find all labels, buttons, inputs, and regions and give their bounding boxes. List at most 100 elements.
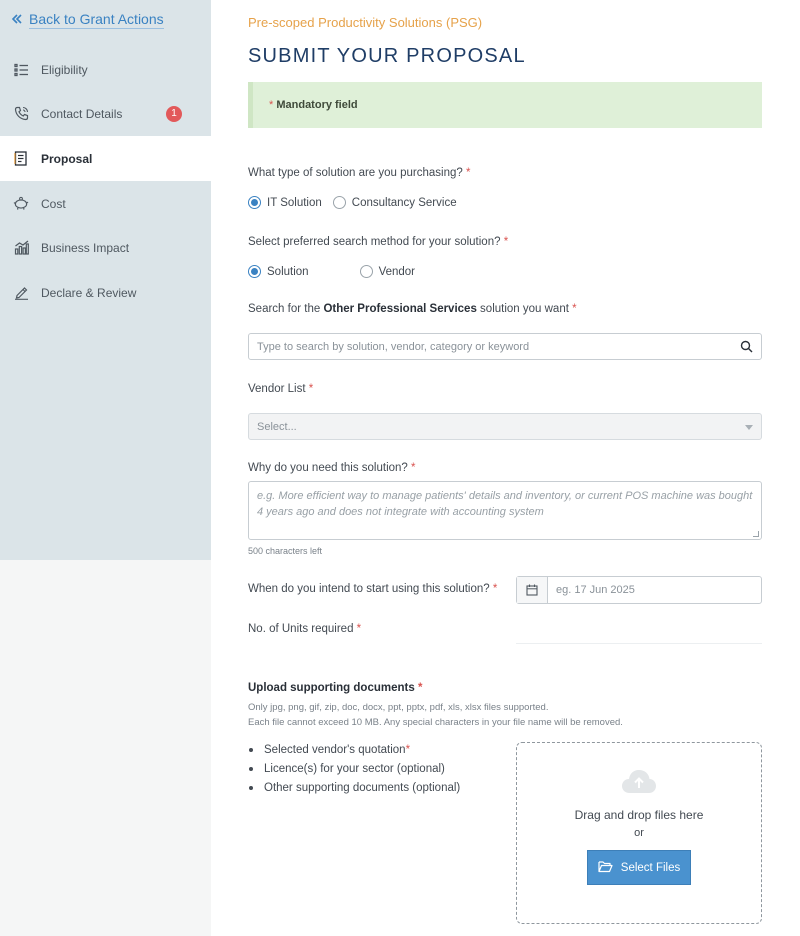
vendor-select-placeholder: Select... [257,420,297,433]
solution-search-box[interactable] [248,333,762,360]
required-asterisk: * [308,383,314,395]
solution-search-input[interactable] [257,340,737,353]
reason-label: Why do you need this solution? * [248,462,416,474]
search-label-prefix: Search for the [248,303,321,315]
folder-open-icon [598,860,613,876]
radio-button-checked[interactable] [248,196,261,209]
units-label: No. of Units required * [248,623,361,635]
sidebar-item-proposal[interactable]: Proposal [0,136,211,181]
double-chevron-left-icon [11,12,23,28]
search-method-question: Select preferred search method for your … [248,236,501,248]
upload-size-note: Each file cannot exceed 10 MB. Any speci… [248,717,623,728]
sidebar-item-label: Proposal [41,151,93,166]
or-text: or [634,827,644,839]
start-date-label: When do you intend to start using this s… [248,583,497,595]
required-asterisk: * [417,682,423,694]
radio-solution[interactable]: Solution [248,265,309,278]
radio-button[interactable] [359,265,373,278]
resize-handle-icon[interactable] [753,531,759,537]
sidebar-item-label: Declare & Review [41,285,137,300]
upload-file-types-note: Only jpg, png, gif, zip, doc, docx, ppt,… [248,702,549,713]
required-asterisk: * [503,236,509,248]
required-asterisk: * [411,462,416,474]
notification-badge: 1 [166,105,182,122]
back-to-grant-actions-link[interactable]: Back to Grant Actions [11,11,164,29]
required-asterisk: * [492,583,498,595]
required-asterisk: * [405,743,411,756]
bullet-icon [249,766,253,771]
sidebar-item-contact-details[interactable]: Contact Details 1 [0,91,211,136]
start-date-input[interactable]: eg. 17 Jun 2025 [548,577,635,603]
required-asterisk: * [466,167,471,179]
sidebar-item-business-impact[interactable]: Business Impact [0,225,211,270]
select-files-button[interactable]: Select Files [587,850,691,885]
page-title: SUBMIT YOUR PROPOSAL [248,45,526,67]
search-label-suffix: solution you want [480,303,569,315]
radio-vendor[interactable]: Vendor [359,265,416,278]
vendor-list-label: Vendor List * [248,383,313,395]
main-content: Pre-scoped Productivity Solutions (PSG) … [211,0,800,936]
reason-textarea[interactable]: e.g. More efficient way to manage patien… [248,481,762,540]
radio-label: Solution [267,265,309,278]
characters-left-counter: 500 characters left [248,546,323,556]
phone-icon [13,106,29,122]
search-method-label: Select preferred search method for your … [248,236,508,248]
sidebar-item-cost[interactable]: Cost [0,181,211,226]
select-files-label: Select Files [620,861,681,874]
back-link-label: Back to Grant Actions [29,11,164,29]
radio-button-checked[interactable] [248,265,261,278]
document-name: Licence(s) for your sector (optional) [264,762,445,775]
reason-question: Why do you need this solution? [248,462,408,474]
sidebar-item-eligibility[interactable]: Eligibility [0,47,211,92]
start-date-picker[interactable]: eg. 17 Jun 2025 [516,576,762,604]
vendor-list-title: Vendor List [248,383,306,395]
units-question: No. of Units required [248,623,354,635]
radio-label: Consultancy Service [351,196,457,209]
list-item: Other supporting documents (optional) [248,778,460,797]
list-item: Selected vendor's quotation * [248,740,460,759]
bullet-icon [249,785,253,790]
reason-placeholder: e.g. More efficient way to manage patien… [257,490,753,518]
cloud-upload-icon [621,768,657,800]
start-date-question: When do you intend to start using this s… [248,583,490,595]
search-method-radio-group: Solution Vendor [248,265,415,278]
pen-icon [13,285,29,301]
search-label: Search for the Other Professional Servic… [248,303,577,315]
alert-text: Mandatory field [276,99,358,111]
sidebar-item-label: Eligibility [41,62,88,77]
drag-drop-text: Drag and drop files here [574,808,704,822]
document-name: Other supporting documents (optional) [264,781,461,794]
radio-label: Vendor [378,265,416,278]
mandatory-field-alert: * Mandatory field [248,82,762,128]
sidebar-item-declare-review[interactable]: Declare & Review [0,270,211,315]
caret-down-icon [745,425,753,430]
calendar-icon[interactable] [517,577,548,603]
upload-title-text: Upload supporting documents [248,682,415,694]
list-icon [13,62,29,78]
file-dropzone[interactable]: Drag and drop files here or Select Files [516,742,762,924]
radio-button[interactable] [332,196,346,209]
solution-type-radio-group: IT Solution Consultancy Service [248,196,457,209]
radio-label: IT Solution [267,196,322,209]
units-input[interactable] [516,643,762,644]
sidebar-item-label: Contact Details [41,106,123,121]
search-label-category: Other Professional Services [323,303,477,315]
vendor-select[interactable]: Select... [248,413,762,440]
required-documents-list: Selected vendor's quotation * Licence(s) … [248,740,460,797]
radio-it-solution[interactable]: IT Solution [248,196,322,209]
solution-type-label: What type of solution are you purchasing… [248,167,470,179]
list-item: Licence(s) for your sector (optional) [248,759,460,778]
radio-consultancy-service[interactable]: Consultancy Service [332,196,457,209]
sidebar-item-label: Cost [41,196,66,211]
piggy-bank-icon [13,196,29,212]
solution-type-question: What type of solution are you purchasing… [248,167,463,179]
required-asterisk: * [269,99,274,111]
page-subtitle: Pre-scoped Productivity Solutions (PSG) [248,15,483,30]
upload-section-title: Upload supporting documents * [248,682,422,694]
required-asterisk: * [572,303,577,315]
bullet-icon [249,747,253,752]
document-name: Selected vendor's quotation [264,743,406,756]
bar-chart-icon [13,240,29,256]
search-icon[interactable] [740,340,753,356]
sidebar-item-label: Business Impact [41,240,130,255]
